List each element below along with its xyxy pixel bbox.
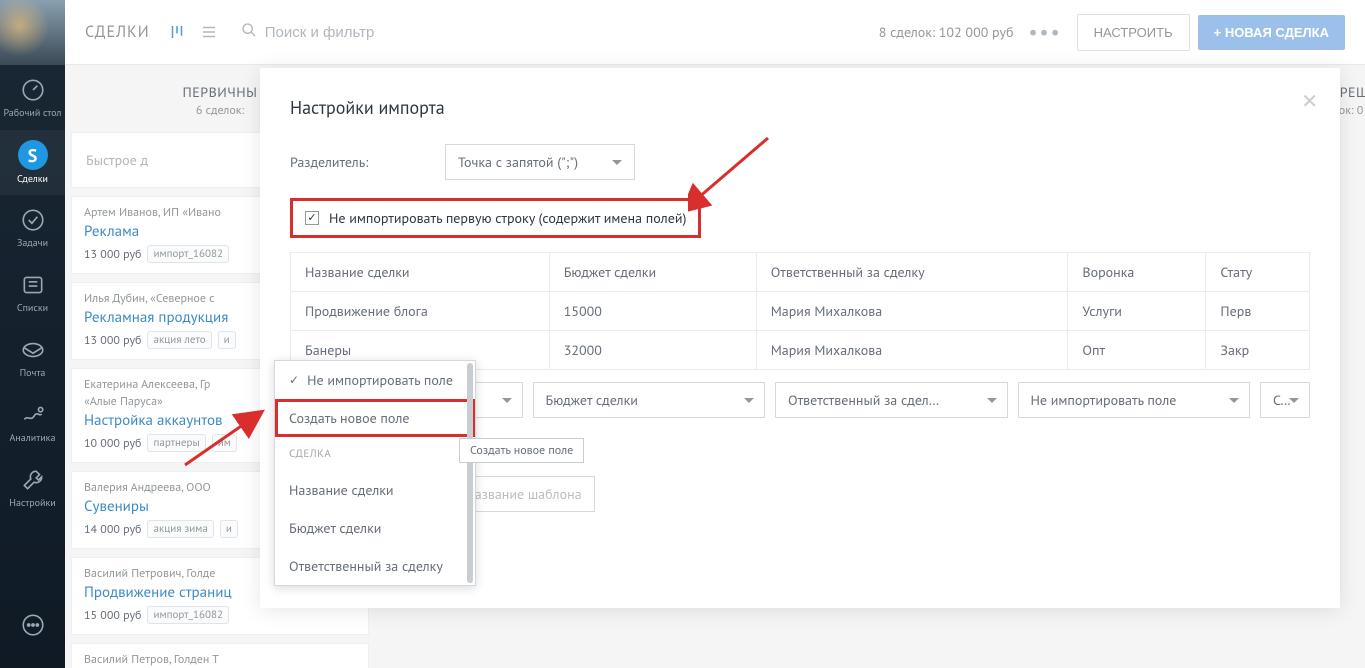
card-contact: Василий Петров, Голден Т [84, 652, 356, 667]
deals-icon: S [18, 140, 48, 170]
page-title: СДЕЛКИ [85, 22, 150, 42]
top-bar: СДЕЛКИ 8 сделок: 102 000 руб ••• НАСТРОИ… [65, 0, 1365, 65]
mapping-select[interactable]: Ответственный за сдел… [775, 382, 1008, 418]
card-price: 15 000 руб [84, 608, 141, 623]
card-price: 14 000 руб [84, 522, 141, 537]
left-nav-sidebar: Рабочий стол S Сделки Задачи Списки Почт… [0, 0, 65, 668]
mapping-select[interactable]: Не импортировать поле [1018, 382, 1251, 418]
mapping-select[interactable]: Бюджет сделки [533, 382, 766, 418]
field-mapping-dropdown: Не импортировать поле Создать новое поле… [274, 360, 476, 586]
new-deal-button[interactable]: + НОВАЯ СДЕЛКА [1198, 15, 1345, 50]
more-actions-button[interactable]: ••• [1029, 19, 1062, 45]
nav-label: Почта [20, 366, 46, 379]
card-price: 13 000 руб [84, 247, 141, 262]
preview-table: Название сделки Бюджет сделки Ответствен… [290, 252, 1310, 370]
dropdown-item[interactable]: Бюджет сделки [275, 509, 475, 547]
nav-lists[interactable]: Списки [0, 260, 65, 325]
modal-title: Настройки импорта [290, 96, 1310, 119]
mail-icon [19, 336, 47, 364]
annotation-arrow-icon [170, 405, 270, 475]
nav-label: Списки [17, 301, 48, 314]
search-input[interactable] [265, 24, 565, 41]
checkbox-icon: ✓ [305, 211, 319, 225]
dropdown-item[interactable]: Название сделки [275, 471, 475, 509]
annotation-arrow-icon [688, 128, 778, 218]
dropdown-item-skip[interactable]: Не импортировать поле [275, 361, 475, 399]
analytics-icon [19, 401, 47, 429]
nav-mail[interactable]: Почта [0, 325, 65, 390]
scrollbar[interactable] [467, 363, 473, 583]
table-header: Бюджет сделки [549, 253, 756, 292]
skip-first-row-checkbox[interactable]: ✓ Не импортировать первую строку (содерж… [290, 198, 701, 238]
workspace-logo[interactable] [0, 0, 65, 65]
wrench-icon [19, 466, 47, 494]
card-price: 13 000 руб [84, 333, 141, 348]
checkbox-label: Не импортировать первую строку (содержит… [329, 209, 686, 227]
tooltip: Создать новое поле [459, 438, 584, 463]
nav-deals[interactable]: S Сделки [0, 130, 65, 195]
table-cell: 32000 [549, 331, 756, 370]
table-cell: Перв [1206, 292, 1310, 331]
deals-summary: 8 сделок: 102 000 руб [879, 23, 1014, 41]
view-toggle [165, 20, 221, 44]
table-cell: Мария Михалкова [756, 292, 1068, 331]
dropdown-group-header: СДЕЛКА [275, 437, 475, 471]
dropdown-label: Не импортировать поле [307, 371, 453, 389]
select-value: Точка с запятой (";") [458, 153, 578, 171]
dropdown-item[interactable]: Ответственный за сделку [275, 547, 475, 585]
card-tag: импорт_16082 [147, 606, 229, 624]
table-header: Название сделки [291, 253, 550, 292]
table-header-row: Название сделки Бюджет сделки Ответствен… [291, 253, 1310, 292]
mapping-select[interactable]: Стат [1260, 382, 1310, 418]
table-cell: Мария Михалкова [756, 331, 1068, 370]
card-tag: и [220, 520, 238, 538]
table-cell: 15000 [549, 292, 756, 331]
card-price: 10 000 руб [84, 436, 141, 451]
table-header: Стату [1206, 253, 1310, 292]
search-icon [241, 22, 257, 42]
list-view-button[interactable] [197, 20, 221, 44]
card-tag: и [218, 331, 236, 349]
separator-select[interactable]: Точка с запятой (";") [445, 144, 635, 180]
check-circle-icon [19, 206, 47, 234]
chat-icon [19, 611, 47, 639]
nav-dashboard[interactable]: Рабочий стол [0, 65, 65, 130]
configure-button[interactable]: НАСТРОИТЬ [1077, 14, 1190, 51]
nav-analytics[interactable]: Аналитика [0, 390, 65, 455]
nav-label: Рабочий стол [4, 106, 62, 119]
list-icon [19, 271, 47, 299]
table-cell: Услуги [1068, 292, 1206, 331]
deal-card[interactable]: Василий Петров, Голден ТПродвижение блог… [71, 643, 369, 668]
nav-label: Настройки [9, 496, 55, 509]
table-header: Ответственный за сделку [756, 253, 1068, 292]
dropdown-item-create-field[interactable]: Создать новое поле [275, 399, 475, 437]
card-tag: акция зима [147, 520, 213, 538]
nav-label: Задачи [17, 236, 48, 249]
close-icon[interactable]: ✕ [1301, 88, 1318, 114]
separator-label: Разделитель: [290, 153, 445, 171]
card-tag: акция лето [147, 331, 211, 349]
dropdown-label: Создать новое поле [289, 409, 409, 427]
nav-tasks[interactable]: Задачи [0, 195, 65, 260]
nav-label: Сделки [17, 172, 48, 185]
card-footer: 15 000 руб импорт_16082 [84, 606, 356, 624]
table-row: Продвижение блога 15000 Мария Михалкова … [291, 292, 1310, 331]
table-cell: Опт [1068, 331, 1206, 370]
pipeline-view-button[interactable] [165, 20, 189, 44]
table-header: Воронка [1068, 253, 1206, 292]
nav-settings[interactable]: Настройки [0, 455, 65, 520]
table-cell: Закр [1206, 331, 1310, 370]
separator-row: Разделитель: Точка с запятой (";") [290, 144, 1310, 180]
card-tag: импорт_16082 [147, 245, 229, 263]
nav-chat[interactable] [0, 593, 65, 658]
gauge-icon [19, 76, 47, 104]
search-section [241, 22, 879, 42]
table-cell: Продвижение блога [291, 292, 550, 331]
nav-label: Аналитика [10, 431, 56, 444]
